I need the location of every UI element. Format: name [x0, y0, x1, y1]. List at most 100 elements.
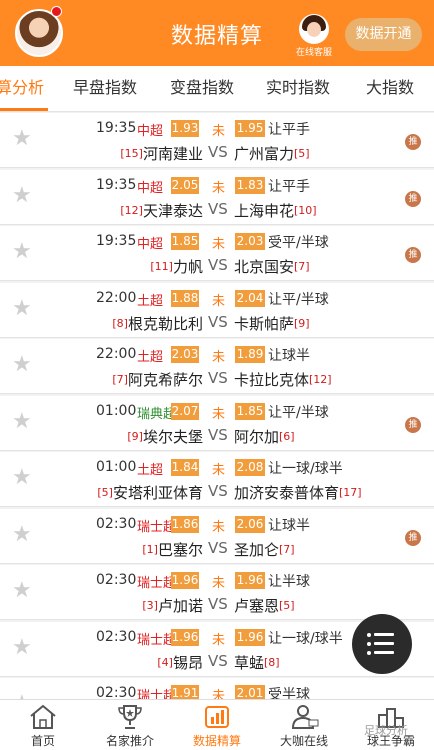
- favorite-star-icon[interactable]: ★: [12, 410, 32, 434]
- vs-label: VS: [208, 595, 228, 613]
- home-rank: [12]: [120, 204, 143, 217]
- home-team: [11]力帆: [150, 256, 203, 277]
- nav-home[interactable]: 首页: [0, 700, 86, 750]
- data-open-button[interactable]: 数据开通: [345, 18, 422, 51]
- watermark: 足球分析: [364, 724, 408, 737]
- away-team: 圣加仑[7]: [234, 539, 295, 560]
- away-odds: 2.06: [235, 516, 265, 533]
- tab-change-index[interactable]: 变盘指数: [170, 66, 234, 112]
- league-name: 中超: [137, 181, 164, 196]
- away-rank: [9]: [294, 317, 310, 330]
- away-team: 广州富力[5]: [234, 143, 310, 164]
- recommend-badge[interactable]: 推: [405, 247, 421, 263]
- favorite-star-icon[interactable]: ★: [12, 636, 32, 660]
- favorite-star-icon[interactable]: ★: [12, 353, 32, 377]
- vs-label: VS: [208, 426, 228, 444]
- home-team-name: 安塔利亚体育: [112, 484, 203, 502]
- away-team-name: 阿尔加: [234, 428, 280, 446]
- match-time: 01:00: [96, 459, 137, 475]
- home-team-name: 河南建业: [142, 145, 203, 163]
- chart-icon: [205, 706, 229, 728]
- handicap-line: 让平/半球: [268, 405, 329, 421]
- home-rank: [3]: [142, 599, 158, 612]
- match-row[interactable]: ★ 01:00 瑞典超 2.07 未 1.85 让平/半球 [9]埃尔夫堡 VS 阿尔加[6] 推: [0, 396, 434, 451]
- match-time: 02:30: [96, 516, 137, 532]
- nav-expert-picks[interactable]: 名家推介: [87, 700, 173, 750]
- handicap-line: 让球半: [268, 518, 310, 534]
- match-time: 01:00: [96, 403, 137, 419]
- home-team-name: 根克勒比利: [127, 315, 203, 333]
- home-team: [7]阿克希萨尔: [112, 369, 203, 390]
- home-odds: 1.96: [171, 572, 199, 589]
- home-odds: 2.05: [171, 177, 199, 194]
- home-odds: 1.96: [171, 629, 199, 646]
- handicap-line: 让平手: [268, 122, 310, 138]
- away-odds: 1.96: [235, 572, 265, 589]
- away-rank: [17]: [339, 486, 362, 499]
- match-time: 19:35: [96, 120, 137, 136]
- favorite-star-icon[interactable]: ★: [12, 466, 32, 490]
- match-row[interactable]: ★ 01:00 土超 1.84 未 2.08 让一球/球半 [5]安塔利亚体育 VS 加济安泰普体…: [0, 452, 434, 507]
- favorite-star-icon[interactable]: ★: [12, 579, 32, 603]
- away-team-name: 加济安泰普体育: [234, 484, 340, 502]
- match-row[interactable]: ★ 19:35 中超 1.93 未 1.95 让平手 [15]河南建业 VS 广州富力[5] 推: [0, 113, 434, 168]
- vs-label: VS: [208, 652, 228, 670]
- home-rank: [4]: [157, 656, 173, 669]
- favorite-star-icon[interactable]: ★: [12, 184, 32, 208]
- away-team-name: 上海申花: [234, 202, 295, 220]
- recommend-badge[interactable]: 推: [405, 191, 421, 207]
- match-row[interactable]: ★ 19:35 中超 2.05 未 1.83 让平手 [12]天津泰达 VS 上海申花[10] 推: [0, 170, 434, 225]
- tab-big-index[interactable]: 大指数: [366, 66, 414, 112]
- match-status: 未: [212, 350, 226, 365]
- home-team-name: 天津泰达: [142, 202, 203, 220]
- home-odds: 2.07: [171, 403, 199, 420]
- away-team-name: 卢塞恩: [234, 597, 280, 615]
- vs-label: VS: [208, 482, 228, 500]
- recommend-badge[interactable]: 推: [405, 417, 421, 433]
- match-status: 未: [212, 520, 226, 535]
- notification-dot: [51, 6, 62, 17]
- nav-experts-online[interactable]: 大咖在线: [261, 700, 347, 750]
- handicap-line: 让球半: [268, 348, 310, 364]
- away-rank: [6]: [279, 430, 295, 443]
- match-row[interactable]: ★ 19:35 中超 1.85 未 2.03 受平/半球 [11]力帆 VS 北京国安[7] 推: [0, 226, 434, 281]
- match-status: 未: [212, 576, 226, 591]
- favorite-star-icon[interactable]: ★: [12, 523, 32, 547]
- match-row[interactable]: ★ 02:30 瑞士超 1.86 未 2.06 让球半 [1]巴塞尔 VS 圣加仑[7] 推: [0, 509, 434, 564]
- tab-live-index[interactable]: 实时指数: [266, 66, 330, 112]
- vs-label: VS: [208, 539, 228, 557]
- away-rank: [7]: [294, 260, 310, 273]
- recommend-badge[interactable]: 推: [405, 134, 421, 150]
- home-team-name: 锡昂: [172, 654, 203, 672]
- away-team-name: 圣加仑: [234, 541, 280, 559]
- league-name: 中超: [137, 124, 164, 139]
- away-team-name: 广州富力: [234, 145, 295, 163]
- tab-analysis[interactable]: 算分析: [0, 66, 44, 112]
- match-row[interactable]: ★ 22:00 土超 2.03 未 1.89 让球半 [7]阿克希萨尔 VS 卡拉比克体[12]: [0, 339, 434, 394]
- home-rank: [8]: [112, 317, 128, 330]
- nav-data-calc[interactable]: 数据精算: [174, 700, 260, 750]
- handicap-line: 让平/半球: [268, 292, 329, 308]
- customer-service-button[interactable]: 在线客服: [292, 14, 336, 62]
- home-rank: [11]: [150, 260, 173, 273]
- match-row[interactable]: ★ 02:30 瑞士超 1.96 未 1.96 让半球 [3]卢加诺 VS 卢塞恩[5]: [0, 565, 434, 620]
- customer-service-icon: [299, 14, 329, 44]
- vs-label: VS: [208, 200, 228, 218]
- home-odds: 1.88: [171, 290, 199, 307]
- nav-label: 大咖在线: [279, 734, 328, 748]
- away-rank: [7]: [279, 543, 295, 556]
- favorite-star-icon[interactable]: ★: [12, 240, 32, 264]
- home-rank: [15]: [120, 147, 143, 160]
- away-odds: 2.03: [235, 233, 265, 250]
- match-time: 19:35: [96, 177, 137, 193]
- home-team-name: 卢加诺: [157, 597, 203, 615]
- favorite-star-icon[interactable]: ★: [12, 127, 32, 151]
- match-time: 19:35: [96, 233, 137, 249]
- away-team: 加济安泰普体育[17]: [234, 482, 362, 503]
- favorite-star-icon[interactable]: ★: [12, 297, 32, 321]
- tab-early-index[interactable]: 早盘指数: [73, 66, 137, 112]
- away-rank: [8]: [264, 656, 280, 669]
- floating-menu-button[interactable]: [352, 614, 412, 674]
- match-row[interactable]: ★ 22:00 土超 1.88 未 2.04 让平/半球 [8]根克勒比利 VS 卡斯帕萨[9]: [0, 283, 434, 338]
- recommend-badge[interactable]: 推: [405, 530, 421, 546]
